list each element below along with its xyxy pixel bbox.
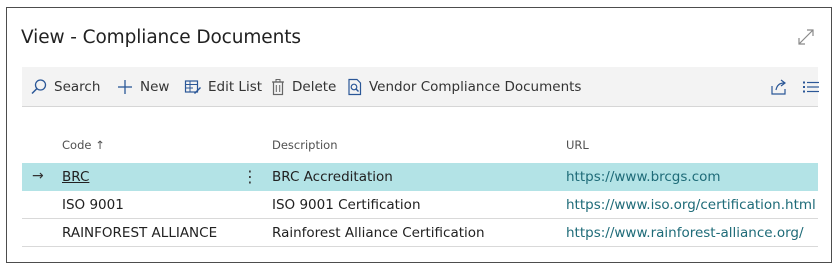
description-cell[interactable]: BRC Accreditation: [272, 163, 393, 191]
search-button-label: Search: [54, 79, 101, 95]
search-button[interactable]: Search: [30, 67, 100, 107]
new-button[interactable]: New: [116, 67, 169, 107]
edit-list-button[interactable]: Edit List: [184, 67, 262, 107]
edit-list-icon: [184, 80, 201, 94]
trash-icon: [272, 79, 284, 96]
plus-icon: [118, 80, 132, 94]
table-row[interactable]: ISO 9001 ISO 9001 Certification https://…: [22, 191, 818, 219]
vendor-compliance-documents-label: Vendor Compliance Documents: [369, 79, 582, 95]
share-icon[interactable]: [770, 78, 788, 96]
page-frame: View - Compliance Documents Search New E…: [6, 7, 832, 263]
expand-icon[interactable]: [797, 28, 815, 46]
url-cell[interactable]: https://www.brcgs.com: [566, 163, 721, 191]
url-cell[interactable]: https://www.rainforest-alliance.org/: [566, 219, 804, 247]
description-cell[interactable]: ISO 9001 Certification: [272, 191, 421, 219]
column-header-description[interactable]: Description: [272, 138, 338, 152]
column-header-url[interactable]: URL: [566, 138, 589, 152]
vendor-compliance-documents-button[interactable]: Vendor Compliance Documents: [347, 67, 581, 107]
delete-button-label: Delete: [292, 79, 337, 95]
code-cell[interactable]: RAINFOREST ALLIANCE: [62, 219, 217, 247]
document-search-icon: [348, 78, 362, 96]
delete-button[interactable]: Delete: [270, 67, 336, 107]
new-button-label: New: [140, 79, 170, 95]
page-title: View - Compliance Documents: [21, 27, 301, 48]
action-bar: Search New Edit List Delete Vendor Compl…: [22, 67, 820, 107]
code-cell[interactable]: ISO 9001: [62, 191, 124, 219]
list-view-icon[interactable]: [802, 78, 820, 96]
edit-list-button-label: Edit List: [208, 79, 263, 95]
row-menu-icon[interactable]: ⋮: [242, 163, 258, 190]
search-icon: [31, 79, 47, 95]
table-row[interactable]: → BRC ⋮ BRC Accreditation https://www.br…: [22, 163, 818, 191]
url-cell[interactable]: https://www.iso.org/certification.html: [566, 191, 816, 219]
column-header-code[interactable]: Code ↑: [62, 138, 105, 152]
description-cell[interactable]: Rainforest Alliance Certification: [272, 219, 485, 247]
table-row[interactable]: RAINFOREST ALLIANCE Rainforest Alliance …: [22, 219, 818, 247]
code-cell[interactable]: BRC: [62, 163, 89, 191]
selected-row-arrow: →: [32, 168, 44, 184]
